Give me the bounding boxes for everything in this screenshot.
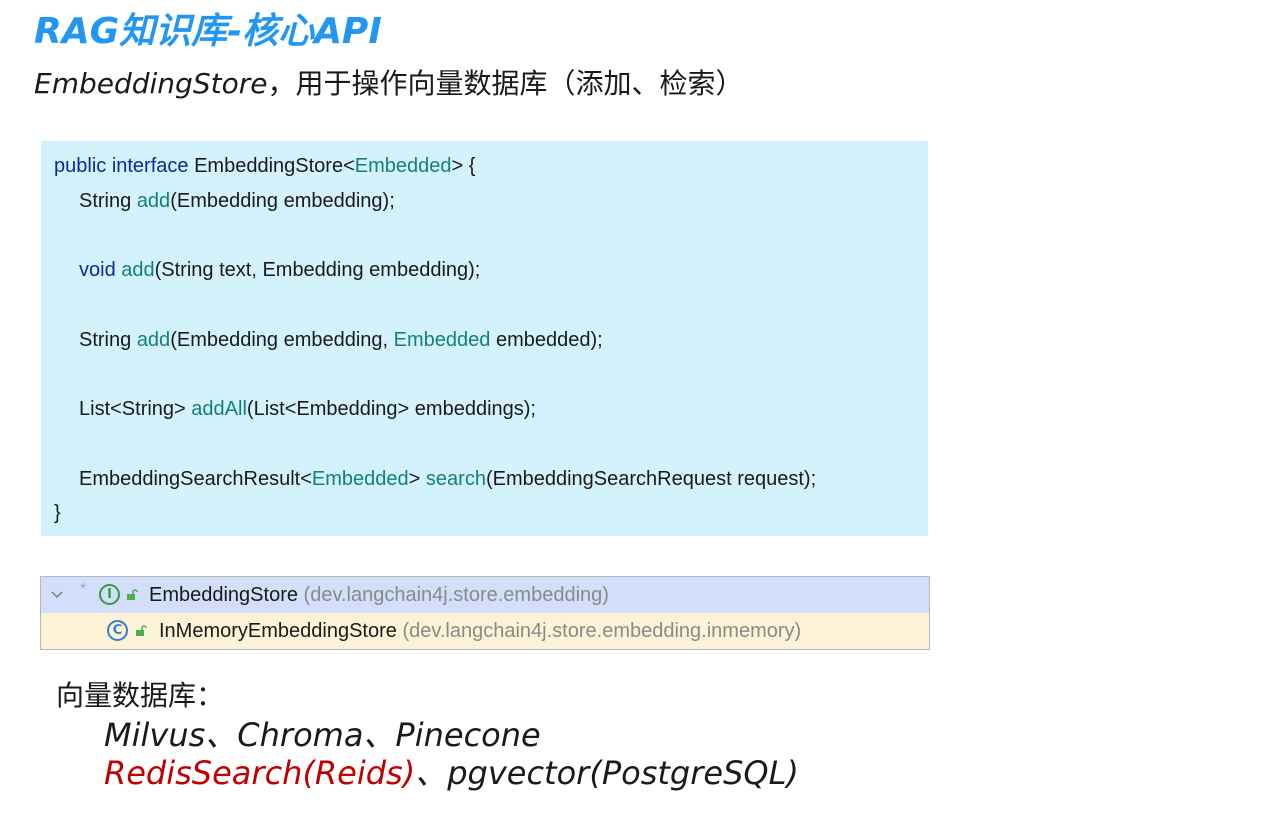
code-text: String (79, 329, 137, 351)
tree-item-label: EmbeddingStore (dev.langchain4j.store.em… (149, 584, 609, 607)
code-line-search: EmbeddingSearchResult<Embedded> search(E… (79, 468, 816, 491)
class-hierarchy-tree: * I EmbeddingStore (dev.langchain4j.stor… (40, 576, 930, 650)
code-text: (Embedding embedding, (170, 329, 394, 351)
code-text: (EmbeddingSearchRequest request); (485, 468, 817, 490)
code-line-add-1: String add(Embedding embedding); (79, 190, 395, 213)
code-text: > { (451, 155, 476, 177)
unlock-icon (127, 589, 138, 600)
code-text: List<String> (79, 398, 192, 420)
code-method: add (136, 329, 171, 351)
tree-row-embedding-store[interactable]: * I EmbeddingStore (dev.langchain4j.stor… (41, 577, 929, 613)
code-text: embedded); (490, 329, 603, 351)
notes-title: 向量数据库： (56, 679, 225, 712)
subtitle-description: ，用于操作向量数据库（添加、检索） (267, 67, 744, 100)
code-type-param: Embedded (393, 329, 491, 351)
code-text: EmbeddingStore< (194, 155, 355, 177)
code-type-param: Embedded (354, 155, 452, 177)
star-icon: * (80, 581, 87, 598)
code-type-param: Embedded (311, 468, 409, 490)
code-line-close-brace: } (54, 502, 61, 524)
code-text: EmbeddingSearchResult< (79, 468, 312, 490)
tree-row-in-memory-embedding-store[interactable]: C InMemoryEmbeddingStore (dev.langchain4… (41, 613, 929, 649)
package-name: (dev.langchain4j.store.embedding) (303, 584, 609, 606)
code-keyword: void (79, 259, 122, 281)
code-line-add-all: List<String> addAll(List<Embedding> embe… (79, 398, 536, 421)
code-line-add-2: void add(String text, Embedding embeddin… (79, 259, 480, 282)
code-text: String (79, 190, 137, 212)
code-method: add (136, 190, 171, 212)
code-method: add (121, 259, 155, 281)
tree-item-label: InMemoryEmbeddingStore (dev.langchain4j.… (159, 620, 801, 643)
class-name: EmbeddingStore (149, 584, 298, 606)
code-text: > (408, 468, 426, 490)
redis-search-highlight: RedisSearch(Reids) (104, 754, 416, 792)
code-line-interface: public interface EmbeddingStore<Embedded… (54, 155, 475, 178)
page-title: RAG知识库-核心API (34, 11, 382, 52)
chevron-down-icon[interactable] (49, 586, 65, 602)
code-keyword: public interface (54, 155, 195, 177)
subtitle: EmbeddingStore，用于操作向量数据库（添加、检索） (34, 62, 743, 102)
code-text: (String text, Embedding embedding); (154, 259, 481, 281)
code-block: public interface EmbeddingStore<Embedded… (41, 141, 928, 536)
code-method: addAll (191, 398, 247, 420)
pgvector-text: 、pgvector(PostgreSQL) (415, 754, 799, 792)
class-name: InMemoryEmbeddingStore (159, 620, 397, 642)
subtitle-class-name: EmbeddingStore (34, 67, 268, 100)
class-icon: C (107, 620, 128, 641)
package-name: (dev.langchain4j.store.embedding.inmemor… (402, 620, 802, 642)
code-method: search (425, 468, 486, 490)
code-line-add-3: String add(Embedding embedding, Embedded… (79, 329, 603, 352)
code-text: (Embedding embedding); (170, 190, 395, 212)
unlock-icon (136, 625, 147, 636)
interface-icon: I (99, 584, 120, 605)
code-text: (List<Embedding> embeddings); (246, 398, 536, 420)
vector-db-list-2: RedisSearch(Reids)、pgvector(PostgreSQL) (104, 748, 799, 794)
